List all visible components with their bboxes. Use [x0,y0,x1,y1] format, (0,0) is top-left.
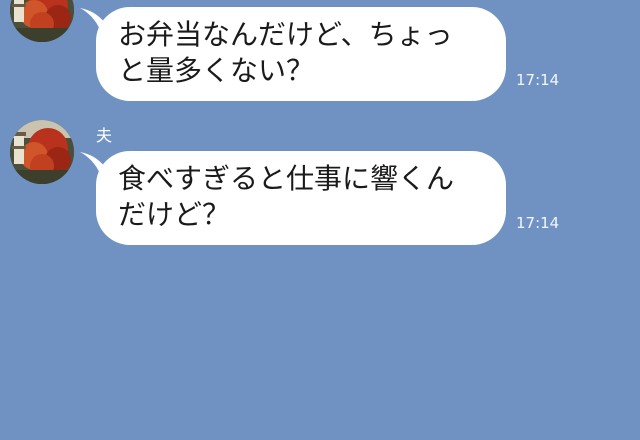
autumn-tree-avatar-icon [10,0,74,42]
message-text-line: だけど？ [118,198,231,231]
avatar[interactable] [10,120,74,184]
autumn-tree-avatar-icon [10,120,74,184]
sender-name: 夫 [96,126,114,145]
chat-area: お弁当なんだけど、ちょっ と量多くない？ 17:14 夫 食べすぎると仕事に響く… [0,0,640,440]
message-timestamp: 17:14 [516,71,560,89]
message-text-line: と量多くない？ [118,54,315,87]
message-bubble[interactable]: 食べすぎると仕事に響くん だけど？ [96,151,506,245]
message-timestamp: 17:14 [516,214,560,232]
avatar[interactable] [10,0,74,42]
message-bubble[interactable]: お弁当なんだけど、ちょっ と量多くない？ [96,7,506,101]
message-text-line: 食べすぎると仕事に響くん [118,162,455,195]
message-text-line: お弁当なんだけど、ちょっ [118,18,453,51]
